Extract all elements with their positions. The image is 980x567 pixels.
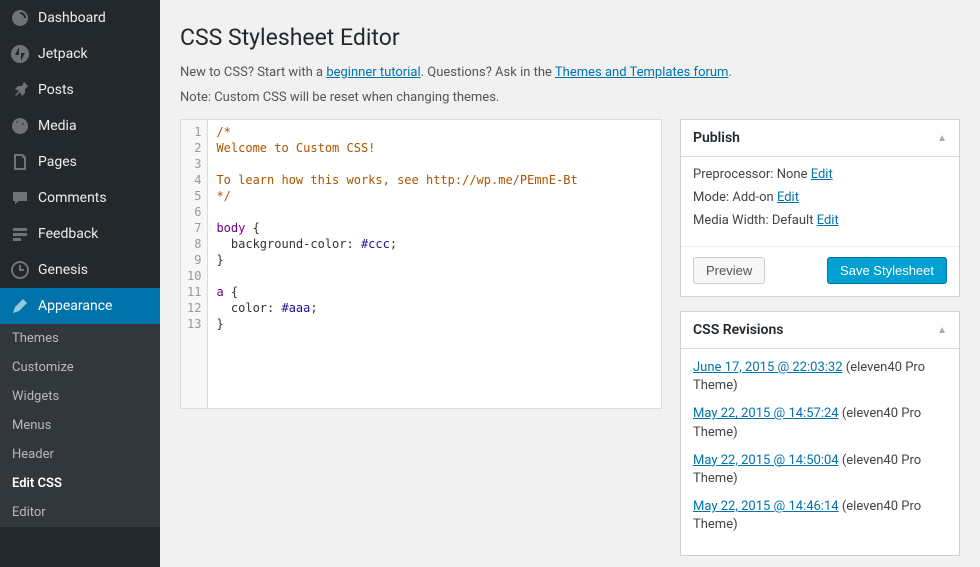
collapse-icon: ▲ bbox=[937, 325, 947, 336]
revision-item: May 22, 2015 @ 14:46:14 (eleven40 Pro Th… bbox=[693, 498, 947, 534]
sidebar-item-label: Comments bbox=[38, 190, 107, 206]
edit-preprocessor-link[interactable]: Edit bbox=[811, 167, 833, 182]
preprocessor-row: Preprocessor: None Edit bbox=[693, 167, 947, 182]
media-width-row: Media Width: Default Edit bbox=[693, 213, 947, 228]
sidebar-item-media[interactable]: Media bbox=[0, 108, 160, 144]
submenu-item-header[interactable]: Header bbox=[0, 440, 160, 469]
submenu-item-themes[interactable]: Themes bbox=[0, 324, 160, 353]
revisions-header[interactable]: CSS Revisions ▲ bbox=[681, 312, 959, 349]
intro-text: New to CSS? Start with a beginner tutori… bbox=[180, 65, 960, 80]
sidebar-item-comments[interactable]: Comments bbox=[0, 180, 160, 216]
code-area[interactable]: /*Welcome to Custom CSS! To learn how th… bbox=[208, 120, 585, 408]
preview-button[interactable]: Preview bbox=[693, 257, 765, 284]
beginner-tutorial-link[interactable]: beginner tutorial bbox=[326, 65, 420, 80]
revision-item: May 22, 2015 @ 14:50:04 (eleven40 Pro Th… bbox=[693, 452, 947, 488]
line-gutter: 12345678910111213 bbox=[181, 120, 208, 408]
comments-icon bbox=[10, 188, 30, 208]
submenu-item-customize[interactable]: Customize bbox=[0, 353, 160, 382]
mode-row: Mode: Add-on Edit bbox=[693, 190, 947, 205]
sidebar-item-label: Media bbox=[38, 118, 77, 134]
revision-item: May 22, 2015 @ 14:57:24 (eleven40 Pro Th… bbox=[693, 405, 947, 441]
sidebar-item-posts[interactable]: Posts bbox=[0, 72, 160, 108]
sidebar-item-genesis[interactable]: Genesis bbox=[0, 252, 160, 288]
genesis-icon bbox=[10, 260, 30, 280]
css-revisions-box: CSS Revisions ▲ June 17, 2015 @ 22:03:32… bbox=[680, 311, 960, 556]
sidebar-item-label: Posts bbox=[38, 82, 74, 98]
sidebar-item-label: Feedback bbox=[38, 226, 98, 242]
sidebar-item-label: Pages bbox=[38, 154, 77, 170]
sidebar-item-dashboard[interactable]: Dashboard bbox=[0, 0, 160, 36]
sidebar-item-jetpack[interactable]: Jetpack bbox=[0, 36, 160, 72]
submenu-item-menus[interactable]: Menus bbox=[0, 411, 160, 440]
sidebar-item-label: Genesis bbox=[38, 262, 88, 278]
submenu-item-editor[interactable]: Editor bbox=[0, 498, 160, 527]
sidebar-item-pages[interactable]: Pages bbox=[0, 144, 160, 180]
css-editor[interactable]: 12345678910111213 /*Welcome to Custom CS… bbox=[180, 119, 662, 409]
revision-link[interactable]: May 22, 2015 @ 14:46:14 bbox=[693, 499, 839, 514]
appearance-icon bbox=[10, 296, 30, 316]
collapse-icon: ▲ bbox=[937, 133, 947, 144]
sidebar-item-label: Appearance bbox=[38, 298, 112, 314]
save-stylesheet-button[interactable]: Save Stylesheet bbox=[827, 257, 947, 284]
dashboard-icon bbox=[10, 8, 30, 28]
edit-media-width-link[interactable]: Edit bbox=[817, 213, 839, 228]
revision-link[interactable]: May 22, 2015 @ 14:50:04 bbox=[693, 453, 839, 468]
publish-header[interactable]: Publish ▲ bbox=[681, 120, 959, 157]
jetpack-icon bbox=[10, 44, 30, 64]
page-title: CSS Stylesheet Editor bbox=[180, 24, 960, 51]
pages-icon bbox=[10, 152, 30, 172]
feedback-icon bbox=[10, 224, 30, 244]
submenu-item-edit-css[interactable]: Edit CSS bbox=[0, 469, 160, 498]
edit-mode-link[interactable]: Edit bbox=[777, 190, 799, 205]
sidebar-item-label: Jetpack bbox=[38, 46, 88, 62]
revision-link[interactable]: May 22, 2015 @ 14:57:24 bbox=[693, 406, 839, 421]
publish-box: Publish ▲ Preprocessor: None Edit Mode: … bbox=[680, 119, 960, 297]
submenu-item-widgets[interactable]: Widgets bbox=[0, 382, 160, 411]
sidebar-item-feedback[interactable]: Feedback bbox=[0, 216, 160, 252]
sidebar-item-label: Dashboard bbox=[38, 10, 106, 26]
admin-sidebar: Dashboard Jetpack Posts Media Pages Comments F… bbox=[0, 0, 160, 567]
note-text: Note: Custom CSS will be reset when chan… bbox=[180, 90, 960, 105]
pin-icon bbox=[10, 80, 30, 100]
sidebar-item-appearance[interactable]: Appearance bbox=[0, 288, 160, 324]
themes-forum-link[interactable]: Themes and Templates forum bbox=[555, 65, 729, 80]
revision-link[interactable]: June 17, 2015 @ 22:03:32 bbox=[693, 360, 843, 375]
revision-item: June 17, 2015 @ 22:03:32 (eleven40 Pro T… bbox=[693, 359, 947, 395]
media-icon bbox=[10, 116, 30, 136]
main-content: CSS Stylesheet Editor New to CSS? Start … bbox=[160, 0, 980, 567]
